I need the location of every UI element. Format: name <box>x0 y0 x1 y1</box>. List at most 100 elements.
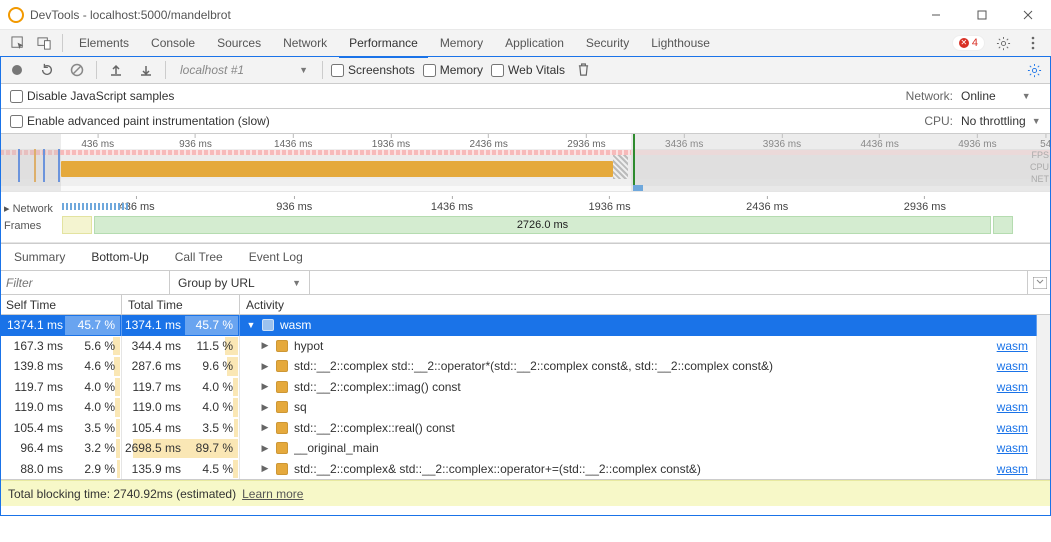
source-link[interactable]: wasm <box>997 421 1036 435</box>
overview-tick: 936 ms <box>179 134 212 150</box>
inspect-icon[interactable] <box>6 31 30 55</box>
frame-block[interactable] <box>62 216 92 234</box>
network-label: Network: <box>906 89 953 103</box>
capture-settings-gear-icon[interactable] <box>1023 59 1045 81</box>
frame-block-long[interactable]: 2726.0 ms <box>94 216 991 234</box>
table-row[interactable]: 119.0 ms4.0 %119.0 ms4.0 %▶sqwasm <box>0 397 1037 418</box>
separator <box>322 61 323 79</box>
overview-tick: 4436 ms <box>860 134 898 150</box>
activity-name: std::__2::complex::imag() const <box>294 380 991 394</box>
advanced-paint-checkbox[interactable]: Enable advanced paint instrumentation (s… <box>10 114 270 128</box>
more-vert-icon[interactable] <box>1021 31 1045 55</box>
category-swatch-icon <box>262 319 274 331</box>
tab-sources[interactable]: Sources <box>207 30 271 56</box>
timeline-ruler: 436 ms936 ms1436 ms1936 ms2436 ms2936 ms <box>0 192 1051 212</box>
col-activity[interactable]: Activity <box>240 295 1051 314</box>
overview-tick: 2936 ms <box>567 134 605 150</box>
activity-name: sq <box>294 400 991 414</box>
error-badge[interactable]: ✕4 <box>952 35 985 51</box>
disclosure-triangle-icon[interactable]: ▼ <box>246 320 256 330</box>
table-row[interactable]: 1374.1 ms45.7 %1374.1 ms45.7 %▼wasm <box>0 315 1037 336</box>
subtab-call-tree[interactable]: Call Tree <box>169 243 229 271</box>
table-body[interactable]: 1374.1 ms45.7 %1374.1 ms45.7 %▼wasm167.3… <box>0 315 1051 479</box>
window-titlebar: DevTools - localhost:5000/mandelbrot <box>0 0 1051 30</box>
overview-lane-labels: FPS CPU NET <box>1030 149 1049 185</box>
tab-lighthouse[interactable]: Lighthouse <box>641 30 720 56</box>
table-row[interactable]: 105.4 ms3.5 %105.4 ms3.5 %▶std::__2::com… <box>0 418 1037 439</box>
subtab-bottom-up[interactable]: Bottom-Up <box>85 243 154 273</box>
memory-checkbox[interactable]: Memory <box>423 63 483 77</box>
category-swatch-icon <box>276 340 288 352</box>
disclosure-triangle-icon[interactable]: ▶ <box>260 361 270 372</box>
cpu-throttle-select[interactable]: No throttling▼ <box>961 114 1041 128</box>
subtab-event-log[interactable]: Event Log <box>243 243 309 271</box>
save-profile-icon[interactable] <box>135 59 157 81</box>
separator <box>165 61 166 79</box>
reload-icon[interactable] <box>36 59 58 81</box>
frame-block[interactable] <box>993 216 1013 234</box>
table-row[interactable]: 167.3 ms5.6 %344.4 ms11.5 %▶hypotwasm <box>0 336 1037 357</box>
source-link[interactable]: wasm <box>997 400 1036 414</box>
profile-sub-tabs: Summary Bottom-Up Call Tree Event Log <box>0 243 1051 271</box>
subtab-summary[interactable]: Summary <box>8 243 71 271</box>
col-self-time[interactable]: Self Time <box>0 295 122 314</box>
disclosure-triangle-icon[interactable]: ▶ <box>260 402 270 413</box>
col-total-time[interactable]: Total Time <box>122 295 240 314</box>
settings-gear-icon[interactable] <box>991 31 1015 55</box>
disclosure-triangle-icon[interactable]: ▶ <box>260 443 270 454</box>
source-link[interactable]: wasm <box>997 339 1036 353</box>
category-swatch-icon <box>276 401 288 413</box>
disclosure-triangle-icon[interactable]: ▶ <box>260 463 270 474</box>
clear-icon[interactable] <box>66 59 88 81</box>
tab-application[interactable]: Application <box>495 30 574 56</box>
source-link[interactable]: wasm <box>997 359 1036 373</box>
table-row[interactable]: 96.4 ms3.2 %2698.5 ms89.7 %▶__original_m… <box>0 438 1037 459</box>
activity-name: wasm <box>280 318 1036 332</box>
tab-performance[interactable]: Performance <box>339 30 428 58</box>
disclosure-triangle-icon[interactable]: ▶ <box>260 422 270 433</box>
tab-network[interactable]: Network <box>273 30 337 56</box>
learn-more-link[interactable]: Learn more <box>242 487 303 501</box>
record-icon[interactable] <box>6 59 28 81</box>
table-row[interactable]: 88.0 ms2.9 %135.9 ms4.5 %▶std::__2::comp… <box>0 459 1037 480</box>
gc-trash-icon[interactable] <box>573 59 595 81</box>
tab-elements[interactable]: Elements <box>69 30 139 56</box>
network-throttle-select[interactable]: Online▼ <box>961 89 1041 103</box>
close-button[interactable] <box>1005 0 1051 30</box>
screenshots-checkbox[interactable]: Screenshots <box>331 63 415 77</box>
load-profile-icon[interactable] <box>105 59 127 81</box>
overview-strip[interactable]: 436 ms936 ms1436 ms1936 ms2436 ms2936 ms… <box>0 134 1051 192</box>
group-by-select[interactable]: Group by URL▼ <box>170 271 310 294</box>
source-link[interactable]: wasm <box>997 380 1036 394</box>
tab-security[interactable]: Security <box>576 30 639 56</box>
table-row[interactable]: 139.8 ms4.6 %287.6 ms9.6 %▶std::__2::com… <box>0 356 1037 377</box>
category-swatch-icon <box>276 360 288 372</box>
disable-js-samples-checkbox[interactable]: Disable JavaScript samples <box>10 89 174 103</box>
overview-ruler: 436 ms936 ms1436 ms1936 ms2436 ms2936 ms… <box>0 134 1051 149</box>
disclosure-triangle-icon[interactable]: ▶ <box>260 381 270 392</box>
timeline[interactable]: 436 ms936 ms1436 ms1936 ms2436 ms2936 ms… <box>0 192 1051 243</box>
status-bar: Total blocking time: 2740.92ms (estimate… <box>0 480 1051 506</box>
activity-name: std::__2::complex std::__2::operator*(st… <box>294 359 991 373</box>
source-link[interactable]: wasm <box>997 441 1036 455</box>
tab-console[interactable]: Console <box>141 30 205 56</box>
network-lane-label[interactable]: ▸ Network <box>4 202 53 215</box>
source-link[interactable]: wasm <box>997 462 1036 476</box>
device-toggle-icon[interactable] <box>32 31 56 55</box>
filter-input[interactable] <box>0 271 170 294</box>
minimize-button[interactable] <box>913 0 959 30</box>
frames-lane-label: Frames <box>4 220 41 232</box>
tab-memory[interactable]: Memory <box>430 30 493 56</box>
profile-select[interactable]: localhost #1▼ <box>174 63 314 77</box>
timeline-tick: 2936 ms <box>904 196 946 213</box>
maximize-button[interactable] <box>959 0 1005 30</box>
web-vitals-checkbox[interactable]: Web Vitals <box>491 63 565 77</box>
category-swatch-icon <box>276 463 288 475</box>
status-text: Total blocking time: 2740.92ms (estimate… <box>8 487 236 501</box>
disclosure-triangle-icon[interactable]: ▶ <box>260 340 270 351</box>
category-swatch-icon <box>276 381 288 393</box>
activity-name: std::__2::complex::real() const <box>294 421 991 435</box>
activity-name: std::__2::complex& std::__2::complex::op… <box>294 462 991 476</box>
heaviest-stack-icon[interactable] <box>1027 271 1051 294</box>
table-row[interactable]: 119.7 ms4.0 %119.7 ms4.0 %▶std::__2::com… <box>0 377 1037 398</box>
